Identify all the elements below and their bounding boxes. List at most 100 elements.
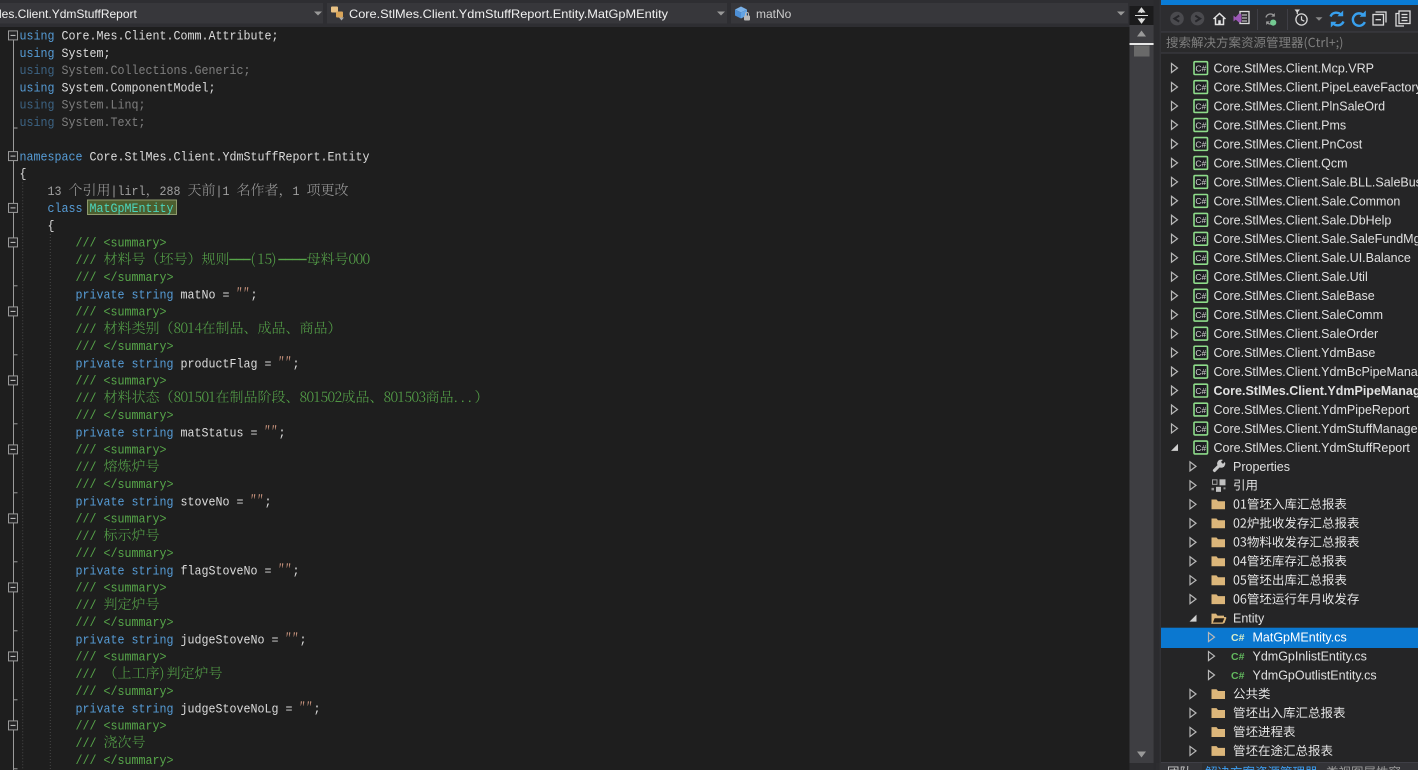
svg-text:flagStoveNo: flagStoveNo (181, 565, 258, 579)
svg-text:C#: C# (1195, 253, 1206, 263)
svg-text:Core.StlMes.Client.YdmPipeRepo: Core.StlMes.Client.YdmPipeReport (1214, 403, 1410, 417)
svg-text:/// <summary>: /// <summary> (76, 720, 167, 734)
svg-text:///: /// (76, 323, 97, 337)
svg-text:Core.StlMes.Client.SaleComm: Core.StlMes.Client.SaleComm (1214, 308, 1384, 322)
svg-text:/// <summary>: /// <summary> (76, 306, 167, 320)
svg-text:Core.StlMes.Client.Sale.Common: Core.StlMes.Client.Sale.Common (1214, 194, 1401, 208)
svg-text:Core.StlMes.Client.YdmBcPipeMa: Core.StlMes.Client.YdmBcPipeManage (1214, 365, 1418, 379)
svg-text:Core.StlMes.Client.YdmPipeMana: Core.StlMes.Client.YdmPipeManage (1214, 384, 1418, 398)
svg-text:YdmGpInlistEntity.cs: YdmGpInlistEntity.cs (1253, 650, 1367, 664)
svg-text:{: { (20, 168, 27, 182)
svg-text:/// </summary>: /// </summary> (76, 340, 174, 354)
svg-text:string: string (132, 357, 174, 371)
svg-text:C#: C# (1195, 63, 1206, 73)
svg-text:///: /// (76, 461, 97, 475)
svg-text:/// </summary>: /// </summary> (76, 409, 174, 423)
svg-text:using: using (20, 99, 55, 113)
svg-text:matStatus: matStatus (181, 426, 244, 440)
svg-text:Core.StlMes.Client.SaleBase: Core.StlMes.Client.SaleBase (1214, 289, 1375, 303)
svg-text:C#: C# (1195, 367, 1206, 377)
svg-text:/// <summary>: /// <summary> (76, 651, 167, 665)
svg-text:/// </summary>: /// </summary> (76, 685, 174, 699)
svg-text:;: ; (265, 495, 272, 509)
svg-text:/// </summary>: /// </summary> (76, 547, 174, 561)
svg-text:Properties: Properties (1233, 460, 1290, 474)
svg-text:Core.StlMes.Client.Mcp.VRP: Core.StlMes.Client.Mcp.VRP (1214, 62, 1374, 76)
svg-text:;: ; (279, 426, 286, 440)
svg-text:private: private (76, 634, 125, 648)
svg-text:C#: C# (1195, 234, 1206, 244)
svg-text:C#: C# (1195, 120, 1206, 130)
svg-text:///: /// (76, 737, 97, 751)
svg-text:///: /// (76, 254, 97, 268)
svg-text:;: ; (293, 357, 300, 371)
svg-text:Core.StlMes.Client.Pms: Core.StlMes.Client.Pms (1214, 118, 1347, 132)
svg-text:string: string (132, 288, 174, 302)
svg-text:C#: C# (1195, 101, 1206, 111)
svg-text:/// <summary>: /// <summary> (76, 513, 167, 527)
svg-text:Core.StlMes.Client.YdmStuffRep: Core.StlMes.Client.YdmStuffReport.Entity (90, 150, 370, 164)
svg-text:|lirl: |lirl (111, 185, 146, 199)
svg-text:;: ; (300, 634, 307, 648)
svg-text:C#: C# (1195, 443, 1206, 453)
svg-text:using: using (20, 64, 55, 78)
svg-text:288: 288 (160, 185, 181, 199)
svg-text:Core.StlMes.Client.PnCost: Core.StlMes.Client.PnCost (1214, 137, 1363, 151)
svg-text:private: private (76, 357, 125, 371)
svg-text:C#: C# (1195, 291, 1206, 301)
svg-text:System;: System; (62, 47, 111, 61)
svg-text:Core.StlMes.Client.SaleOrder: Core.StlMes.Client.SaleOrder (1214, 327, 1379, 341)
svg-text:Core.StlMes.Client.PipeLeaveFa: Core.StlMes.Client.PipeLeaveFactory (1214, 81, 1418, 95)
svg-text:Core.StlMes.Client.PlnSaleOrd: Core.StlMes.Client.PlnSaleOrd (1214, 99, 1386, 113)
svg-text:using: using (20, 82, 55, 96)
svg-text:System.Text;: System.Text; (62, 116, 146, 130)
svg-text:13: 13 (48, 185, 62, 199)
svg-text:C#: C# (1195, 215, 1206, 225)
svg-text:C#: C# (1195, 82, 1206, 92)
svg-text:private: private (76, 426, 125, 440)
svg-text:C#: C# (1195, 386, 1206, 396)
svg-text:;: ; (251, 288, 258, 302)
svg-text:stoveNo: stoveNo (181, 495, 230, 509)
svg-text:=: = (251, 426, 258, 440)
svg-text:C#: C# (1195, 329, 1206, 339)
svg-text:private: private (76, 495, 125, 509)
svg-text:/// </summary>: /// </summary> (76, 478, 174, 492)
svg-text:C#: C# (1195, 177, 1206, 187)
svg-text:Entity: Entity (1233, 612, 1265, 626)
svg-text:=: = (265, 565, 272, 579)
svg-text:MatGpMEntity: MatGpMEntity (90, 202, 174, 216)
svg-text:/// <summary>: /// <summary> (76, 375, 167, 389)
svg-text:=: = (237, 495, 244, 509)
svg-text:Core.StlMes.Client.Sale.Util: Core.StlMes.Client.Sale.Util (1214, 270, 1368, 284)
svg-text:C#: C# (1195, 272, 1206, 282)
svg-text:using: using (20, 30, 55, 44)
svg-text:C#: C# (1195, 405, 1206, 415)
svg-text:System.ComponentModel;: System.ComponentModel; (62, 82, 216, 96)
svg-text:namespace: namespace (20, 150, 83, 164)
svg-text:Core.Mes.Client.Comm.Attribute: Core.Mes.Client.Comm.Attribute; (62, 30, 279, 44)
svg-text:using: using (20, 116, 55, 130)
svg-text:string: string (132, 634, 174, 648)
svg-text:/// </summary>: /// </summary> (76, 271, 174, 285)
svg-text:YdmGpOutlistEntity.cs: YdmGpOutlistEntity.cs (1253, 669, 1377, 683)
svg-text:1: 1 (293, 185, 300, 199)
svg-text:=: = (272, 634, 279, 648)
svg-text:|1: |1 (216, 185, 230, 199)
svg-text:string: string (132, 565, 174, 579)
svg-text:C#: C# (1231, 632, 1245, 644)
svg-text:///: /// (76, 530, 97, 544)
svg-text:{: { (48, 219, 55, 233)
svg-text:matNo: matNo (181, 288, 216, 302)
svg-text:Core.StlMes.Client.Sale.DbHelp: Core.StlMes.Client.Sale.DbHelp (1214, 213, 1392, 227)
svg-text:;: ; (314, 703, 321, 717)
svg-text:C#: C# (1195, 348, 1206, 358)
svg-text:Core.StlMes.Client.Sale.UI.Bal: Core.StlMes.Client.Sale.UI.Balance (1214, 251, 1411, 265)
svg-text:judgeStoveNoLg: judgeStoveNoLg (181, 703, 279, 717)
svg-text:les.Client.YdmStuffReport: les.Client.YdmStuffReport (0, 7, 138, 21)
svg-text:matNo: matNo (756, 7, 792, 21)
svg-text:private: private (76, 288, 125, 302)
svg-text:MatGpMEntity.cs: MatGpMEntity.cs (1253, 631, 1347, 645)
svg-text:C#: C# (1195, 139, 1206, 149)
svg-text:=: = (286, 703, 293, 717)
